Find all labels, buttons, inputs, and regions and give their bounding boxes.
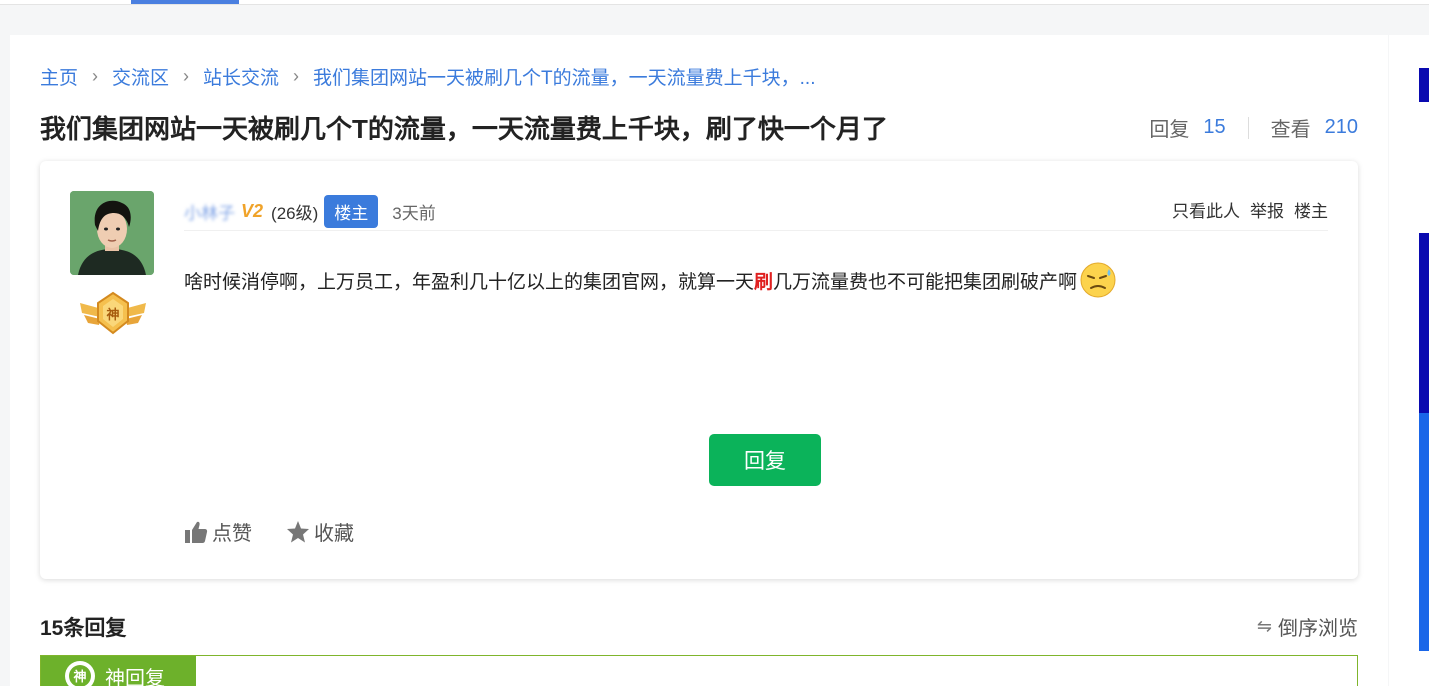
breadcrumb-home[interactable]: 主页: [40, 63, 78, 90]
god-reply-icon-label: 神: [73, 669, 86, 685]
god-reply-icon: 神: [65, 661, 95, 686]
side-ad-strip: [1419, 68, 1429, 102]
reply-count-heading: 15条回复: [40, 617, 127, 640]
thread-stats: 回复 15 查看 210: [1149, 113, 1358, 142]
breadcrumb-board[interactable]: 站长交流: [203, 63, 279, 90]
active-nav-indicator: [131, 0, 239, 4]
side-ad-strip: [1419, 233, 1429, 413]
god-reply-section: 神 神回复: [40, 655, 1358, 686]
swap-icon: ⇋: [1256, 616, 1272, 636]
like-label: 点赞: [212, 523, 252, 545]
avatar-image: [70, 191, 154, 275]
top-nav-bar: [0, 0, 1429, 5]
post-content: 啥时候消停啊，上万员工，年盈利几十亿以上的集团官网，就算一天 刷 几万流量费也不…: [184, 261, 1117, 299]
like-button[interactable]: 点赞: [184, 517, 252, 546]
reverse-order-label: 倒序浏览: [1278, 618, 1358, 640]
vip-badge: V2: [241, 201, 264, 221]
replies-label: 回复: [1149, 119, 1190, 141]
post-header-divider: [184, 230, 1328, 231]
floor-label: 楼主: [1294, 202, 1328, 221]
chevron-right-icon: ›: [293, 66, 300, 86]
replies-count: 15: [1203, 116, 1226, 138]
medal-label: 神: [106, 307, 119, 323]
favorite-label: 收藏: [314, 523, 354, 545]
post-text-before: 啥时候消停啊，上万员工，年盈利几十亿以上的集团官网，就算一天: [184, 271, 755, 293]
views-count: 210: [1324, 116, 1358, 138]
side-ad-strip: [1419, 413, 1429, 651]
post-text-highlight: 刷: [754, 271, 774, 293]
chevron-right-icon: ›: [183, 66, 190, 86]
god-reply-tab: 神 神回复: [41, 656, 196, 686]
chevron-right-icon: ›: [92, 66, 99, 86]
post-user-line: 小林子 V2 (26级) 楼主 3天前: [184, 195, 436, 228]
original-post-card: 神 小林子 V2 (26级) 楼主 3天前 只看此人 举报 楼主 啥时候消停啊，…: [40, 161, 1358, 579]
avatar[interactable]: [70, 191, 154, 275]
owner-badge: 楼主: [324, 195, 379, 228]
reply-button[interactable]: 回复: [709, 434, 821, 486]
favorite-button[interactable]: 收藏: [286, 517, 354, 546]
god-medal-icon: 神: [78, 289, 148, 337]
star-icon: [287, 520, 309, 542]
user-level: (26级): [271, 204, 319, 223]
breadcrumb: 主页 › 交流区 › 站长交流 › 我们集团网站一天被刷几个T的流量，一天流量费…: [40, 63, 816, 90]
post-actions: 只看此人 举报 楼主: [1172, 197, 1328, 222]
reverse-order-button[interactable]: ⇋ 倒序浏览: [1257, 612, 1358, 641]
post-bottom-actions: 点赞 收藏: [184, 517, 354, 546]
views-label: 查看: [1270, 119, 1311, 141]
sweat-emoji-icon: [1079, 261, 1117, 299]
thread-title: 我们集团网站一天被刷几个T的流量，一天流量费上千块，刷了快一个月了: [40, 114, 888, 144]
username[interactable]: 小林子: [184, 199, 235, 224]
report-link[interactable]: 举报: [1250, 197, 1284, 222]
god-reply-label: 神回复: [105, 667, 165, 686]
stats-divider: [1247, 116, 1249, 139]
only-this-user-link[interactable]: 只看此人: [1172, 197, 1240, 222]
breadcrumb-thread[interactable]: 我们集团网站一天被刷几个T的流量，一天流量费上千块，...: [313, 63, 815, 90]
post-time: 3天前: [392, 204, 436, 223]
thumbs-up-icon: [185, 521, 208, 543]
thread-main-panel: 主页 › 交流区 › 站长交流 › 我们集团网站一天被刷几个T的流量，一天流量费…: [10, 35, 1388, 686]
post-text-after: 几万流量费也不可能把集团刷破产啊: [773, 271, 1078, 293]
breadcrumb-forum[interactable]: 交流区: [112, 63, 169, 90]
